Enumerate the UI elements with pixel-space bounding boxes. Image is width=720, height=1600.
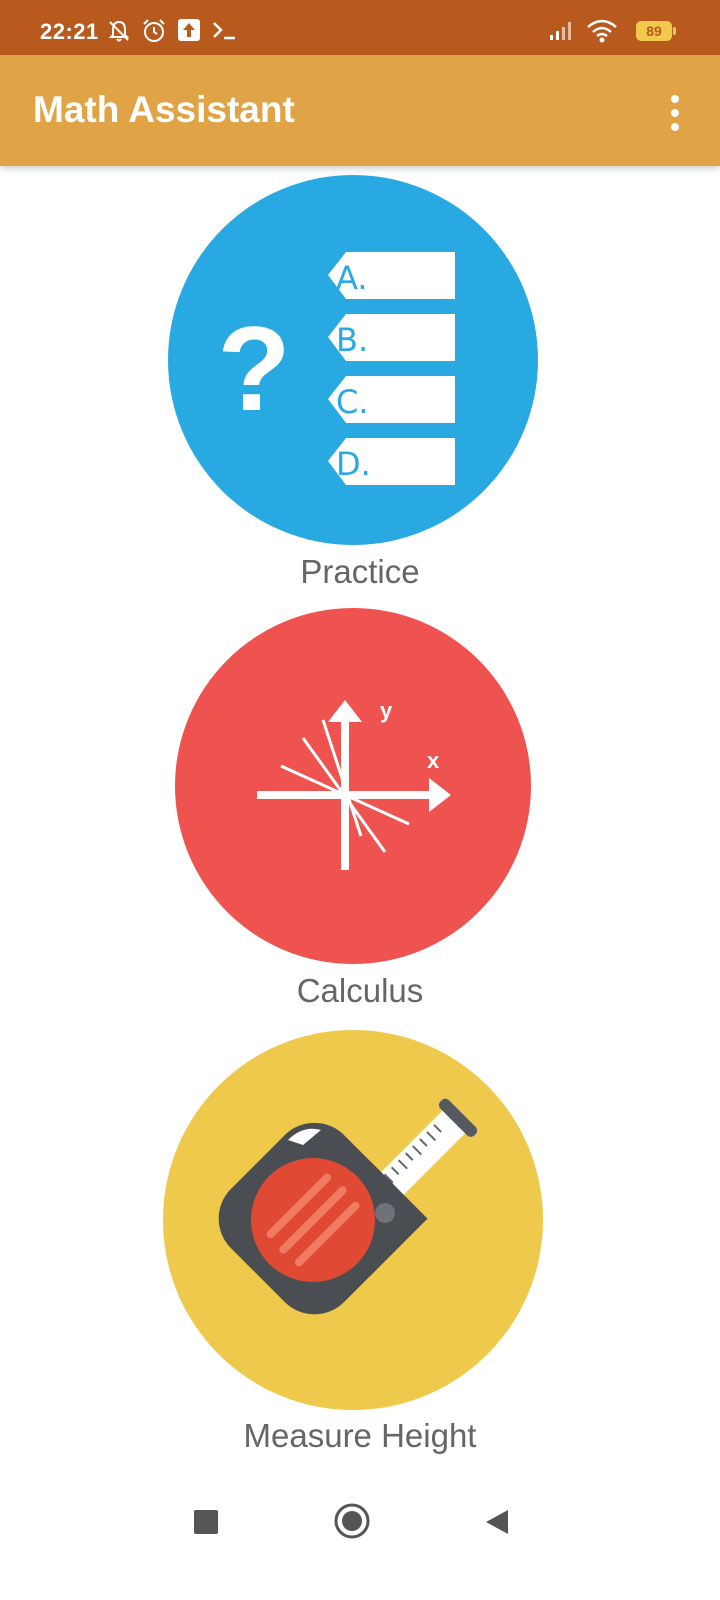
calculus-label[interactable]: Calculus <box>0 972 720 1010</box>
app-title: Math Assistant <box>33 89 295 130</box>
app-bar: Math Assistant <box>0 55 720 166</box>
back-triangle-icon[interactable] <box>484 1508 510 1536</box>
battery-icon: 89 <box>636 21 672 41</box>
svg-text:?: ? <box>217 302 290 436</box>
graph-axes-icon: y x <box>175 608 531 964</box>
practice-circle[interactable]: ? A. B. C. D. <box>168 175 538 545</box>
status-bar: 22:21 89 <box>0 0 720 55</box>
choice-d: D. <box>336 445 371 483</box>
axis-y-label: y <box>380 698 393 723</box>
axis-x-label: x <box>427 748 440 773</box>
wifi-icon <box>587 19 617 43</box>
choice-a: A. <box>336 259 368 297</box>
measure-height-label[interactable]: Measure Height <box>0 1417 720 1455</box>
alarm-icon <box>143 19 165 42</box>
navigation-bar <box>0 1480 720 1600</box>
terminal-icon <box>213 22 235 40</box>
choice-c: C. <box>336 383 369 421</box>
upload-icon <box>178 19 200 41</box>
choice-b: B. <box>336 321 368 359</box>
recents-square-icon[interactable] <box>194 1510 218 1534</box>
battery-level: 89 <box>646 23 662 39</box>
signal-icon <box>550 22 571 40</box>
measure-height-circle[interactable] <box>163 1030 543 1410</box>
status-time: 22:21 <box>40 19 99 44</box>
practice-label[interactable]: Practice <box>0 553 720 591</box>
home-circle-icon[interactable] <box>333 1502 371 1540</box>
battery-tip <box>673 27 676 35</box>
notifications-off-icon <box>108 20 130 42</box>
more-vert-icon[interactable] <box>660 93 690 133</box>
multiple-choice-icon: ? A. B. C. D. <box>168 175 538 545</box>
tape-measure-icon <box>163 1030 543 1410</box>
calculus-circle[interactable]: y x <box>175 608 531 964</box>
